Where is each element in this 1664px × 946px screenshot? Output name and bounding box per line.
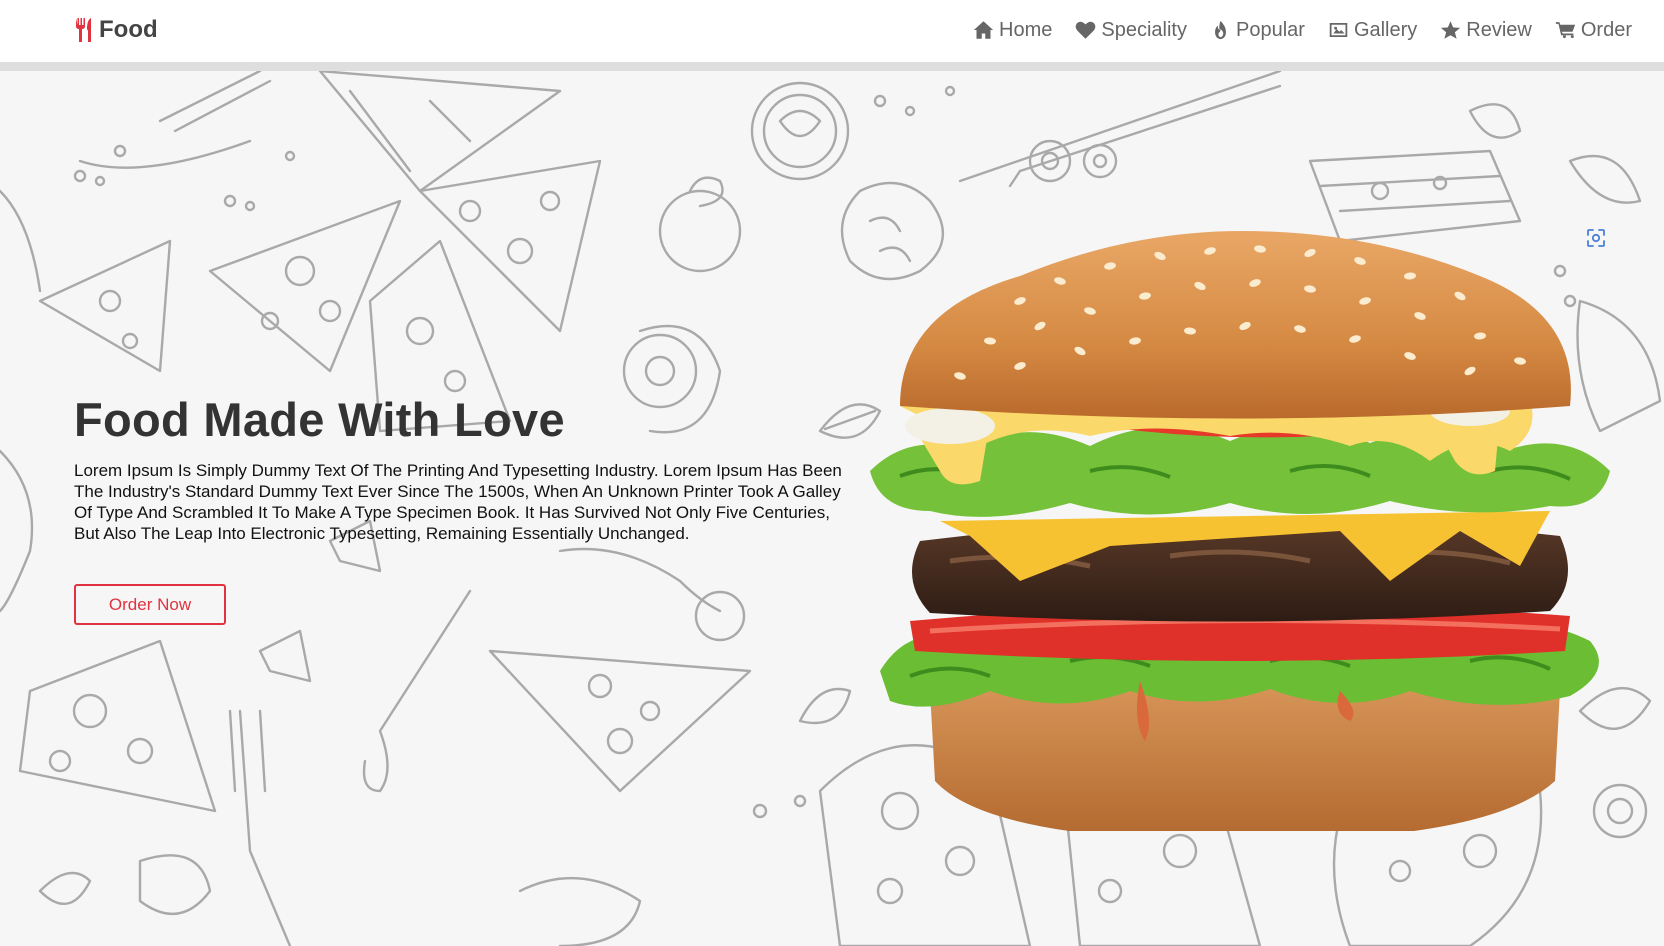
heart-icon [1076,21,1096,39]
nav-links: Home Speciality Popular Gallery Review O… [973,14,1632,46]
nav-link-label: Review [1466,18,1532,41]
hero-title: Food Made With Love [74,393,565,446]
navbar-divider [0,62,1664,71]
burger-image [870,231,1610,831]
visual-search-icon[interactable] [1584,226,1608,250]
nav-link-label: Order [1580,18,1632,41]
utensils-icon [76,18,91,42]
logo[interactable]: Food [74,14,158,46]
image-icon [1329,23,1348,37]
home-icon [973,21,994,39]
nav-link-review[interactable]: Review [1440,19,1532,42]
nav-link-label: Popular [1236,18,1305,41]
order-now-button[interactable]: Order Now [74,584,226,625]
fire-icon [1215,20,1226,40]
nav-link-gallery[interactable]: Gallery [1328,19,1417,42]
nav-link-label: Home [999,18,1053,41]
navbar: Food Home Speciality Popular Gallery Rev… [0,0,1664,62]
star-icon [1441,21,1461,39]
nav-link-home[interactable]: Home [973,19,1052,42]
logo-text: Food [99,16,158,43]
nav-link-label: Speciality [1101,18,1187,41]
hero-description: Lorem Ipsum Is Simply Dummy Text Of The … [74,461,842,543]
hero-section: Food Made With Love Lorem Ipsum Is Simpl… [0,71,1664,946]
nav-link-speciality[interactable]: Speciality [1075,19,1187,42]
cart-icon [1555,22,1575,39]
nav-link-label: Gallery [1353,18,1418,41]
nav-link-order[interactable]: Order [1555,19,1632,42]
nav-link-popular[interactable]: Popular [1210,19,1305,42]
